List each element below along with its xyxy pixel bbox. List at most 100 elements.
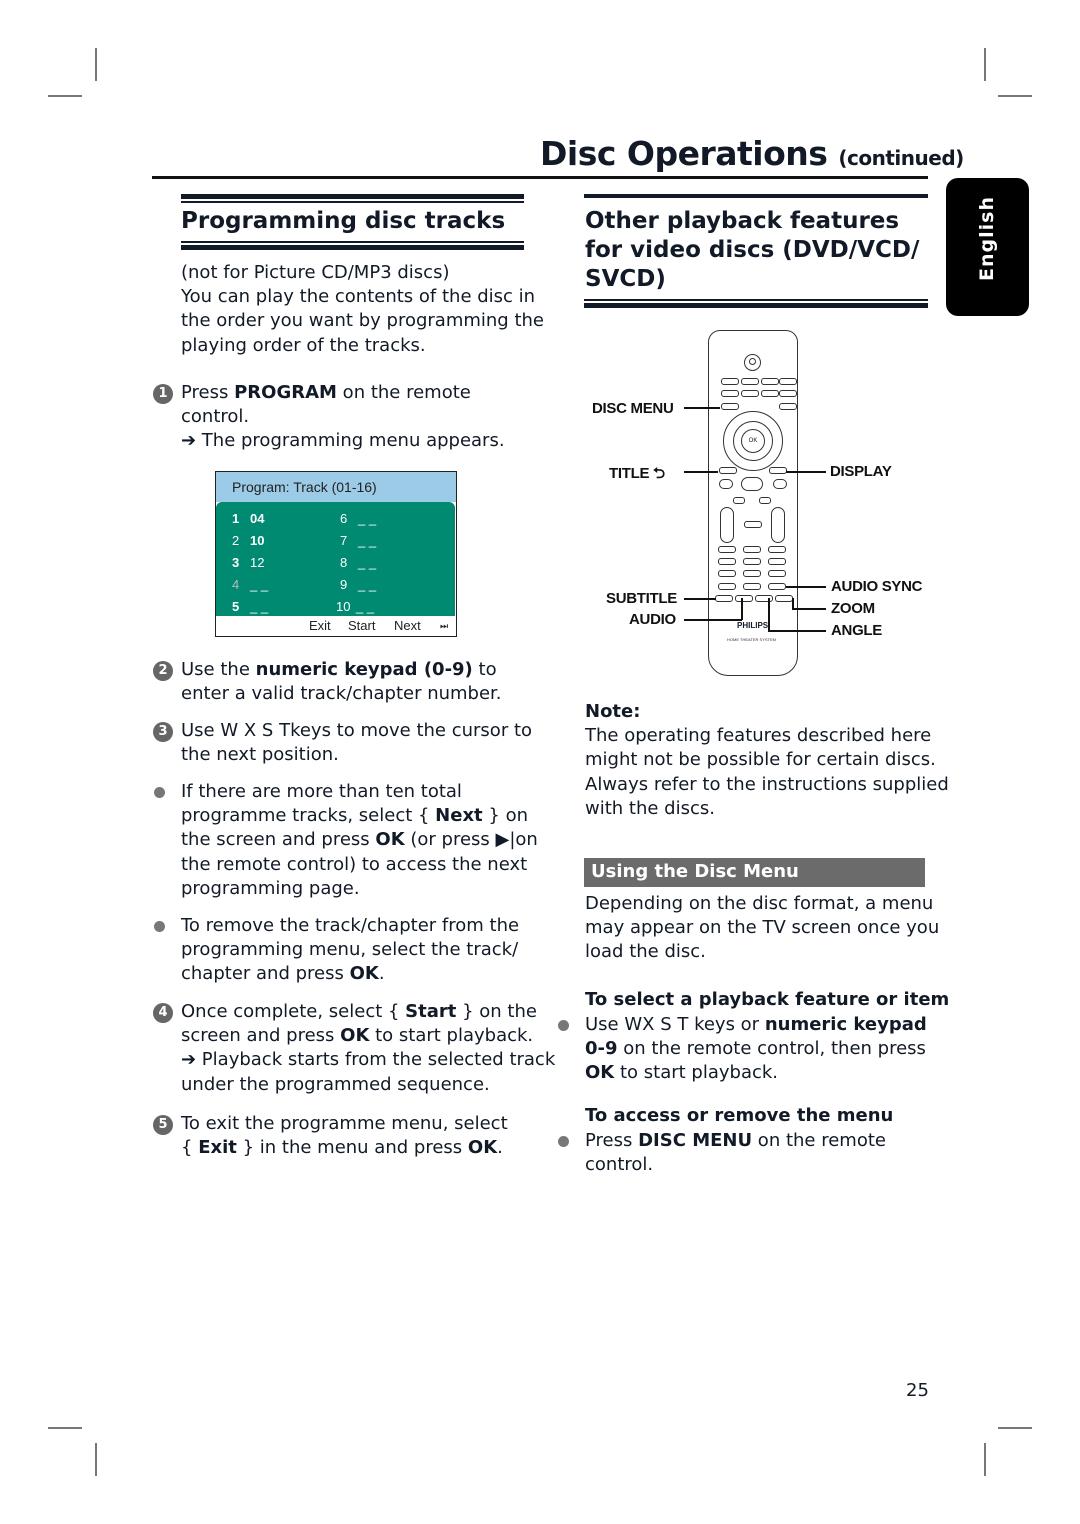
callout-line bbox=[741, 598, 743, 620]
label-zoom: ZOOM bbox=[831, 600, 875, 617]
next-label: Next bbox=[435, 805, 483, 827]
program-slot[interactable]: 8 _ _ bbox=[340, 555, 376, 573]
text: . bbox=[497, 1137, 503, 1159]
remote-model: HOME THEATER SYSTEM bbox=[727, 637, 776, 642]
label-display: DISPLAY bbox=[830, 463, 892, 480]
text: . bbox=[378, 963, 385, 985]
page-title-main: Disc Operations bbox=[540, 134, 828, 173]
callout-line bbox=[768, 630, 826, 632]
numeric-keypad-label: numeric keypad bbox=[764, 1014, 927, 1035]
program-slot[interactable]: 4 _ _ bbox=[232, 577, 268, 595]
keypad-button bbox=[768, 570, 786, 577]
remote-button bbox=[721, 378, 739, 385]
callout-line bbox=[786, 586, 826, 588]
text: } in the menu and press bbox=[236, 1137, 468, 1159]
text: control. bbox=[181, 406, 250, 428]
program-slot[interactable]: 9 _ _ bbox=[340, 577, 376, 595]
text: the screen and press bbox=[181, 829, 376, 851]
program-slot[interactable]: 7 _ _ bbox=[340, 533, 376, 551]
intro-line: playing order of the tracks. bbox=[181, 334, 426, 356]
heading-line: Other playback features bbox=[585, 208, 900, 234]
crop-mark bbox=[95, 1443, 97, 1476]
text: on the remote control, then press bbox=[617, 1038, 926, 1060]
remote-audio-button bbox=[735, 595, 753, 602]
osd-exit-button[interactable]: Exit bbox=[309, 618, 331, 633]
crop-mark bbox=[48, 95, 82, 97]
section-bar-disc-menu: Using the Disc Menu bbox=[584, 858, 925, 887]
remote-button bbox=[779, 390, 797, 397]
slot-value: _ _ bbox=[250, 577, 269, 592]
text: If there are more than ten total bbox=[181, 781, 462, 802]
crop-mark bbox=[998, 95, 1032, 97]
heading-rule-top bbox=[181, 194, 524, 203]
text: Use the bbox=[181, 659, 256, 680]
keypad-button bbox=[743, 546, 761, 553]
program-slot[interactable]: 10 _ _ bbox=[336, 599, 374, 617]
step-number-1: 1 bbox=[153, 384, 173, 404]
osd-start-button[interactable]: Start bbox=[348, 618, 375, 633]
label-title: TITLE ⮌ bbox=[609, 463, 665, 488]
label-subtitle: SUBTITLE bbox=[606, 590, 677, 607]
text: control. bbox=[585, 1154, 654, 1176]
note-title: Note: bbox=[585, 701, 641, 722]
bullet bbox=[154, 921, 165, 932]
label-disc-menu: DISC MENU bbox=[592, 400, 674, 417]
remote-disc-menu-button bbox=[721, 403, 739, 410]
remote-surround-button bbox=[744, 521, 762, 528]
remote-button bbox=[721, 390, 739, 397]
page-title: Disc Operations (continued) bbox=[540, 134, 964, 173]
text: Press bbox=[585, 1130, 639, 1151]
text: Once complete, select { bbox=[181, 1001, 406, 1022]
step-1-text: Press PROGRAM on the remote control. ➔ T… bbox=[181, 381, 505, 454]
slot-value: _ _ bbox=[358, 577, 377, 592]
osd-next-button[interactable]: Next bbox=[394, 618, 421, 633]
keypad-button bbox=[768, 546, 786, 553]
start-label: Start bbox=[405, 1001, 457, 1022]
ok-label: OK bbox=[467, 1137, 498, 1159]
remote-title-button bbox=[719, 467, 737, 474]
volume-rocker bbox=[720, 507, 734, 543]
crop-mark bbox=[48, 1427, 82, 1429]
text: to start playback. bbox=[614, 1062, 779, 1084]
ok-label: OK bbox=[375, 829, 405, 851]
text: The operating features described here bbox=[585, 725, 932, 747]
heading-rule-bottom bbox=[181, 241, 524, 250]
text: load the disc. bbox=[585, 941, 706, 963]
program-slot[interactable]: 5 _ _ bbox=[232, 599, 268, 617]
heading-line: SVCD) bbox=[585, 266, 666, 292]
remote-audio-sync-button bbox=[768, 583, 786, 590]
text: To remove the track/chapter from the bbox=[181, 915, 520, 936]
text: the remote control) to access the next bbox=[181, 853, 528, 875]
program-slot[interactable]: 1 04 bbox=[232, 511, 264, 529]
ok-label: OK bbox=[349, 963, 379, 985]
program-slot[interactable]: 3 12 bbox=[232, 555, 264, 573]
text: Depending on the disc format, a menu bbox=[585, 893, 934, 914]
keypad-button bbox=[718, 570, 736, 577]
disc-menu-key-label: DISC MENU bbox=[638, 1130, 753, 1151]
program-slot[interactable]: 6 _ _ bbox=[340, 511, 376, 529]
label-audio-sync: AUDIO SYNC bbox=[831, 578, 923, 595]
slot-value: _ _ bbox=[358, 533, 377, 548]
step-number-4: 4 bbox=[153, 1003, 173, 1023]
slot-number: 8 bbox=[340, 555, 348, 570]
program-menu-footer: Exit Start Next ⏭ bbox=[216, 616, 455, 636]
program-key-label: PROGRAM bbox=[234, 382, 337, 403]
text: screen and press bbox=[181, 1025, 341, 1047]
program-slot[interactable]: 2 10 bbox=[232, 533, 264, 551]
text: might not be possible for certain discs. bbox=[585, 749, 936, 771]
slot-value: 04 bbox=[250, 511, 265, 526]
slot-number: 9 bbox=[340, 577, 348, 592]
label-title-text: TITLE bbox=[609, 465, 650, 482]
text: programming page. bbox=[181, 877, 360, 899]
intro-line: the order you want by programming the bbox=[181, 310, 544, 332]
crop-mark bbox=[95, 48, 97, 81]
callout-line bbox=[792, 608, 826, 610]
heading-rule-bottom bbox=[584, 299, 928, 308]
label-angle: ANGLE bbox=[831, 622, 883, 639]
numeric-keypad-label: numeric keypad (0-9) bbox=[255, 659, 473, 680]
step-4-result: ➔ Playback starts from the selected trac… bbox=[181, 1049, 556, 1071]
remote-brand: PHILIPS bbox=[737, 621, 769, 630]
step-1-result: ➔ The programming menu appears. bbox=[181, 430, 505, 452]
text: the next position. bbox=[181, 744, 339, 766]
slot-number: 1 bbox=[232, 511, 240, 526]
